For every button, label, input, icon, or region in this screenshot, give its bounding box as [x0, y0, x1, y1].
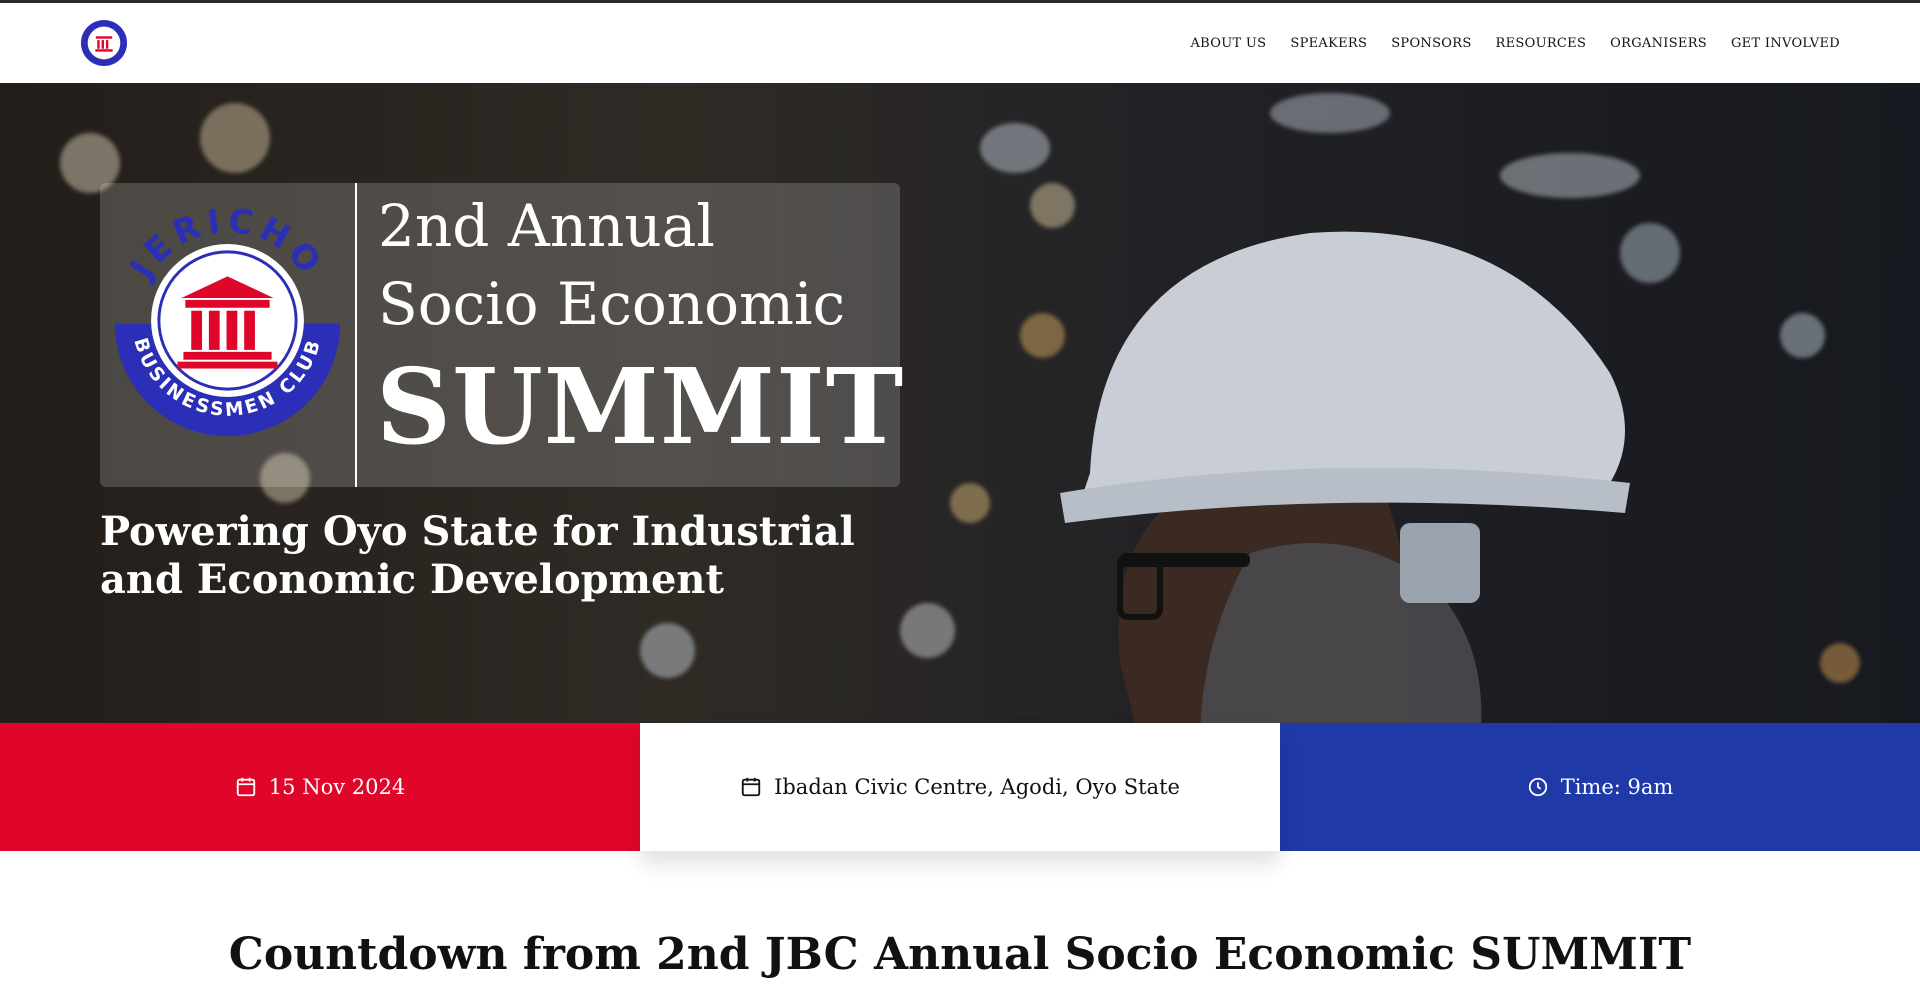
worker-hardhat-image [1060, 231, 1630, 723]
event-time: Time: 9am [1280, 723, 1920, 851]
hero-title-line-1: 2nd Annual [378, 192, 715, 260]
event-time-text: Time: 9am [1560, 775, 1674, 799]
jericho-logo-icon: JERICHO BUSINESSMEN CLUB [114, 200, 341, 437]
nav-get-involved[interactable]: GET INVOLVED [1731, 36, 1840, 51]
hero-banner: JERICHO BUSINESSMEN CLUB 2nd Annual Soci… [0, 83, 1920, 723]
hero-title-summit: SUMMIT [376, 345, 905, 468]
hero-title-line-2: Socio Economic [378, 270, 846, 338]
calendar-icon [741, 777, 761, 797]
nav-about-us[interactable]: ABOUT US [1190, 36, 1266, 51]
club-logo-icon[interactable] [80, 19, 128, 67]
event-date: 15 Nov 2024 [0, 723, 640, 851]
nav-speakers[interactable]: SPEAKERS [1290, 36, 1367, 51]
nav-organisers[interactable]: ORGANISERS [1610, 36, 1707, 51]
countdown-title: Countdown from 2nd JBC Annual Socio Econ… [228, 929, 1692, 980]
title-divider [355, 183, 357, 487]
event-date-text: 15 Nov 2024 [268, 775, 406, 799]
hero-subtitle: Powering Oyo State for Industrial and Ec… [100, 508, 855, 603]
main-nav: ABOUT US SPEAKERS SPONSORS RESOURCES ORG… [1190, 36, 1840, 51]
nav-resources[interactable]: RESOURCES [1496, 36, 1587, 51]
clock-icon [1528, 777, 1547, 797]
calendar-icon [236, 777, 255, 797]
event-info-bar: 15 Nov 2024 Ibadan Civic Centre, Agodi, … [0, 723, 1920, 851]
event-venue: Ibadan Civic Centre, Agodi, Oyo State [640, 723, 1280, 851]
nav-sponsors[interactable]: SPONSORS [1391, 36, 1471, 51]
event-venue-text: Ibadan Civic Centre, Agodi, Oyo State [774, 775, 1180, 799]
site-header: ABOUT US SPEAKERS SPONSORS RESOURCES ORG… [0, 3, 1920, 83]
